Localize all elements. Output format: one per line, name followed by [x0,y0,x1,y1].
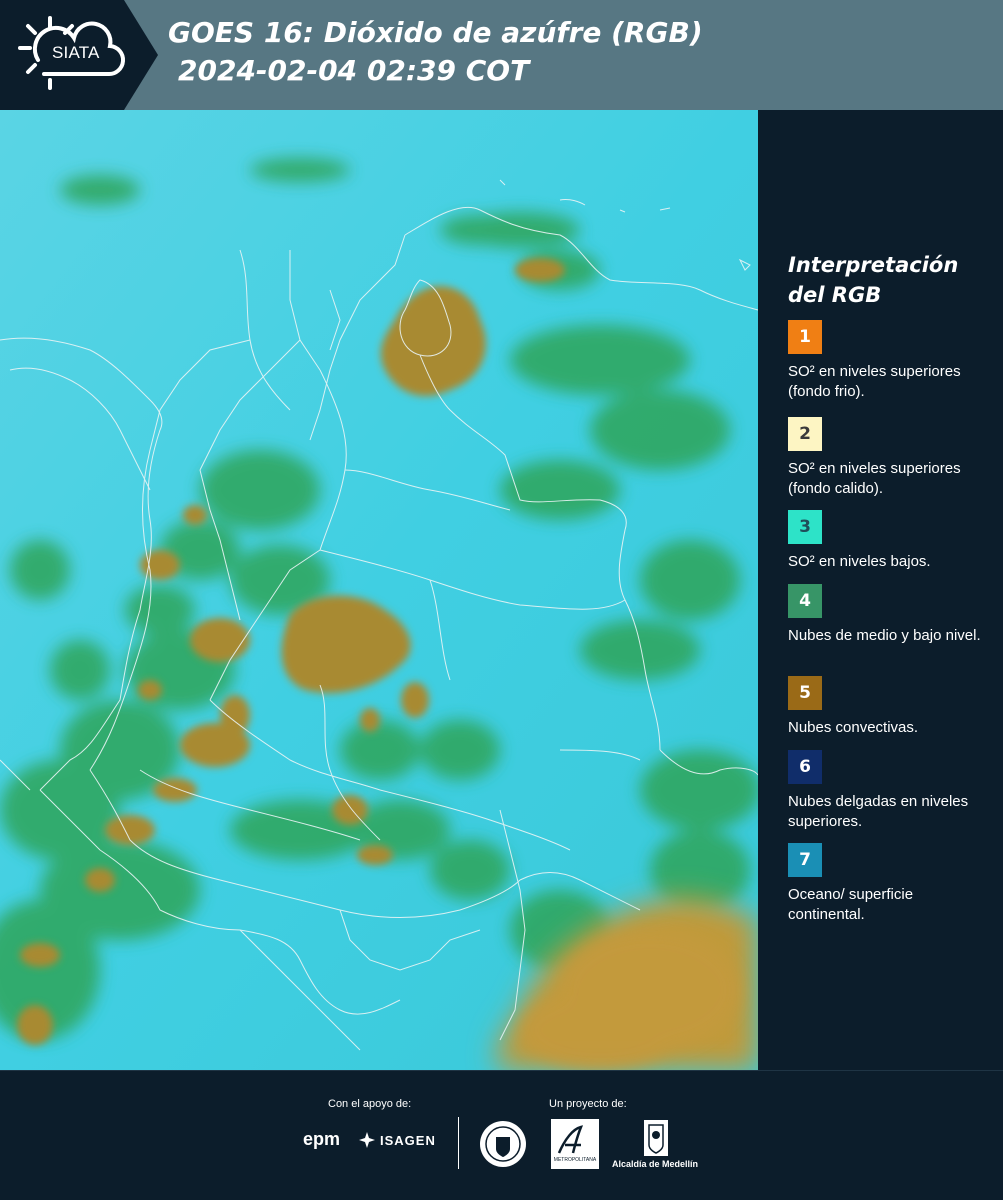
medellin-seal-icon [480,1121,526,1167]
footer: Con el apoyo de: Un proyecto de: epm ISA… [0,1070,1003,1200]
legend-item-7: 7 Oceano/ superficie continental. [788,843,993,925]
header: SIATA GOES 16: Dióxido de azúfre (RGB) 2… [0,0,1003,110]
legend-swatch-3: 3 [788,510,822,544]
legend-swatch-7: 7 [788,843,822,877]
legend-swatch-6: 6 [788,750,822,784]
area-metropolitana-logo: METROPOLITANA [551,1119,599,1169]
legend-label-1: SO² en niveles superiores (fondo frio). [788,363,961,400]
legend-label-3: SO² en niveles bajos. [788,553,931,570]
title-product: GOES 16: Dióxido de azúfre (RGB) [168,16,703,49]
legend-label-6: Nubes delgadas en niveles superiores. [788,793,969,830]
legend-title: Interpretación del RGB [788,253,959,307]
metro-logo-text: METROPOLITANA [554,1157,597,1163]
legend-item-5: 5 Nubes convectivas. [788,676,993,738]
siata-logo-text: SIATA [52,43,100,62]
legend-label-5: Nubes convectivas. [788,719,919,736]
legend-item-2: 2 SO² en niveles superiores (fondo calid… [788,417,993,499]
satellite-map[interactable] [0,110,758,1070]
legend-swatch-1: 1 [788,320,822,354]
title-timestamp: 2024-02-04 02:39 COT [178,54,530,87]
legend-item-4: 4 Nubes de medio y bajo nivel. [788,584,993,646]
legend-panel: Interpretación del RGB 1 SO² en niveles … [758,110,1003,1070]
rgb-satellite-image [0,110,758,1070]
legend-item-1: 1 SO² en niveles superiores (fondo frio)… [788,320,993,402]
alcaldia-label: Alcaldía de Medellín [612,1159,699,1169]
legend-swatch-5: 5 [788,676,822,710]
legend-label-4: Nubes de medio y bajo nivel. [788,627,981,644]
legend-item-6: 6 Nubes delgadas en niveles superiores. [788,750,993,832]
support-label: Con el apoyo de: [328,1098,412,1110]
project-label: Un proyecto de: [549,1098,627,1110]
legend-label-2: SO² en niveles superiores (fondo calido)… [788,460,961,497]
legend-swatch-2: 2 [788,417,822,451]
legend-swatch-4: 4 [788,584,822,618]
legend-label-7: Oceano/ superficie continental. [788,886,914,923]
legend-item-3: 3 SO² en niveles bajos. [788,510,993,572]
epm-logo: epm [303,1129,341,1149]
alcaldia-shield-icon [644,1120,668,1156]
page-title: GOES 16: Dióxido de azúfre (RGB) 2024-02… [168,14,703,90]
isagen-star-icon [359,1132,375,1148]
footer-divider [458,1117,459,1169]
isagen-logo: ISAGEN [380,1133,436,1148]
